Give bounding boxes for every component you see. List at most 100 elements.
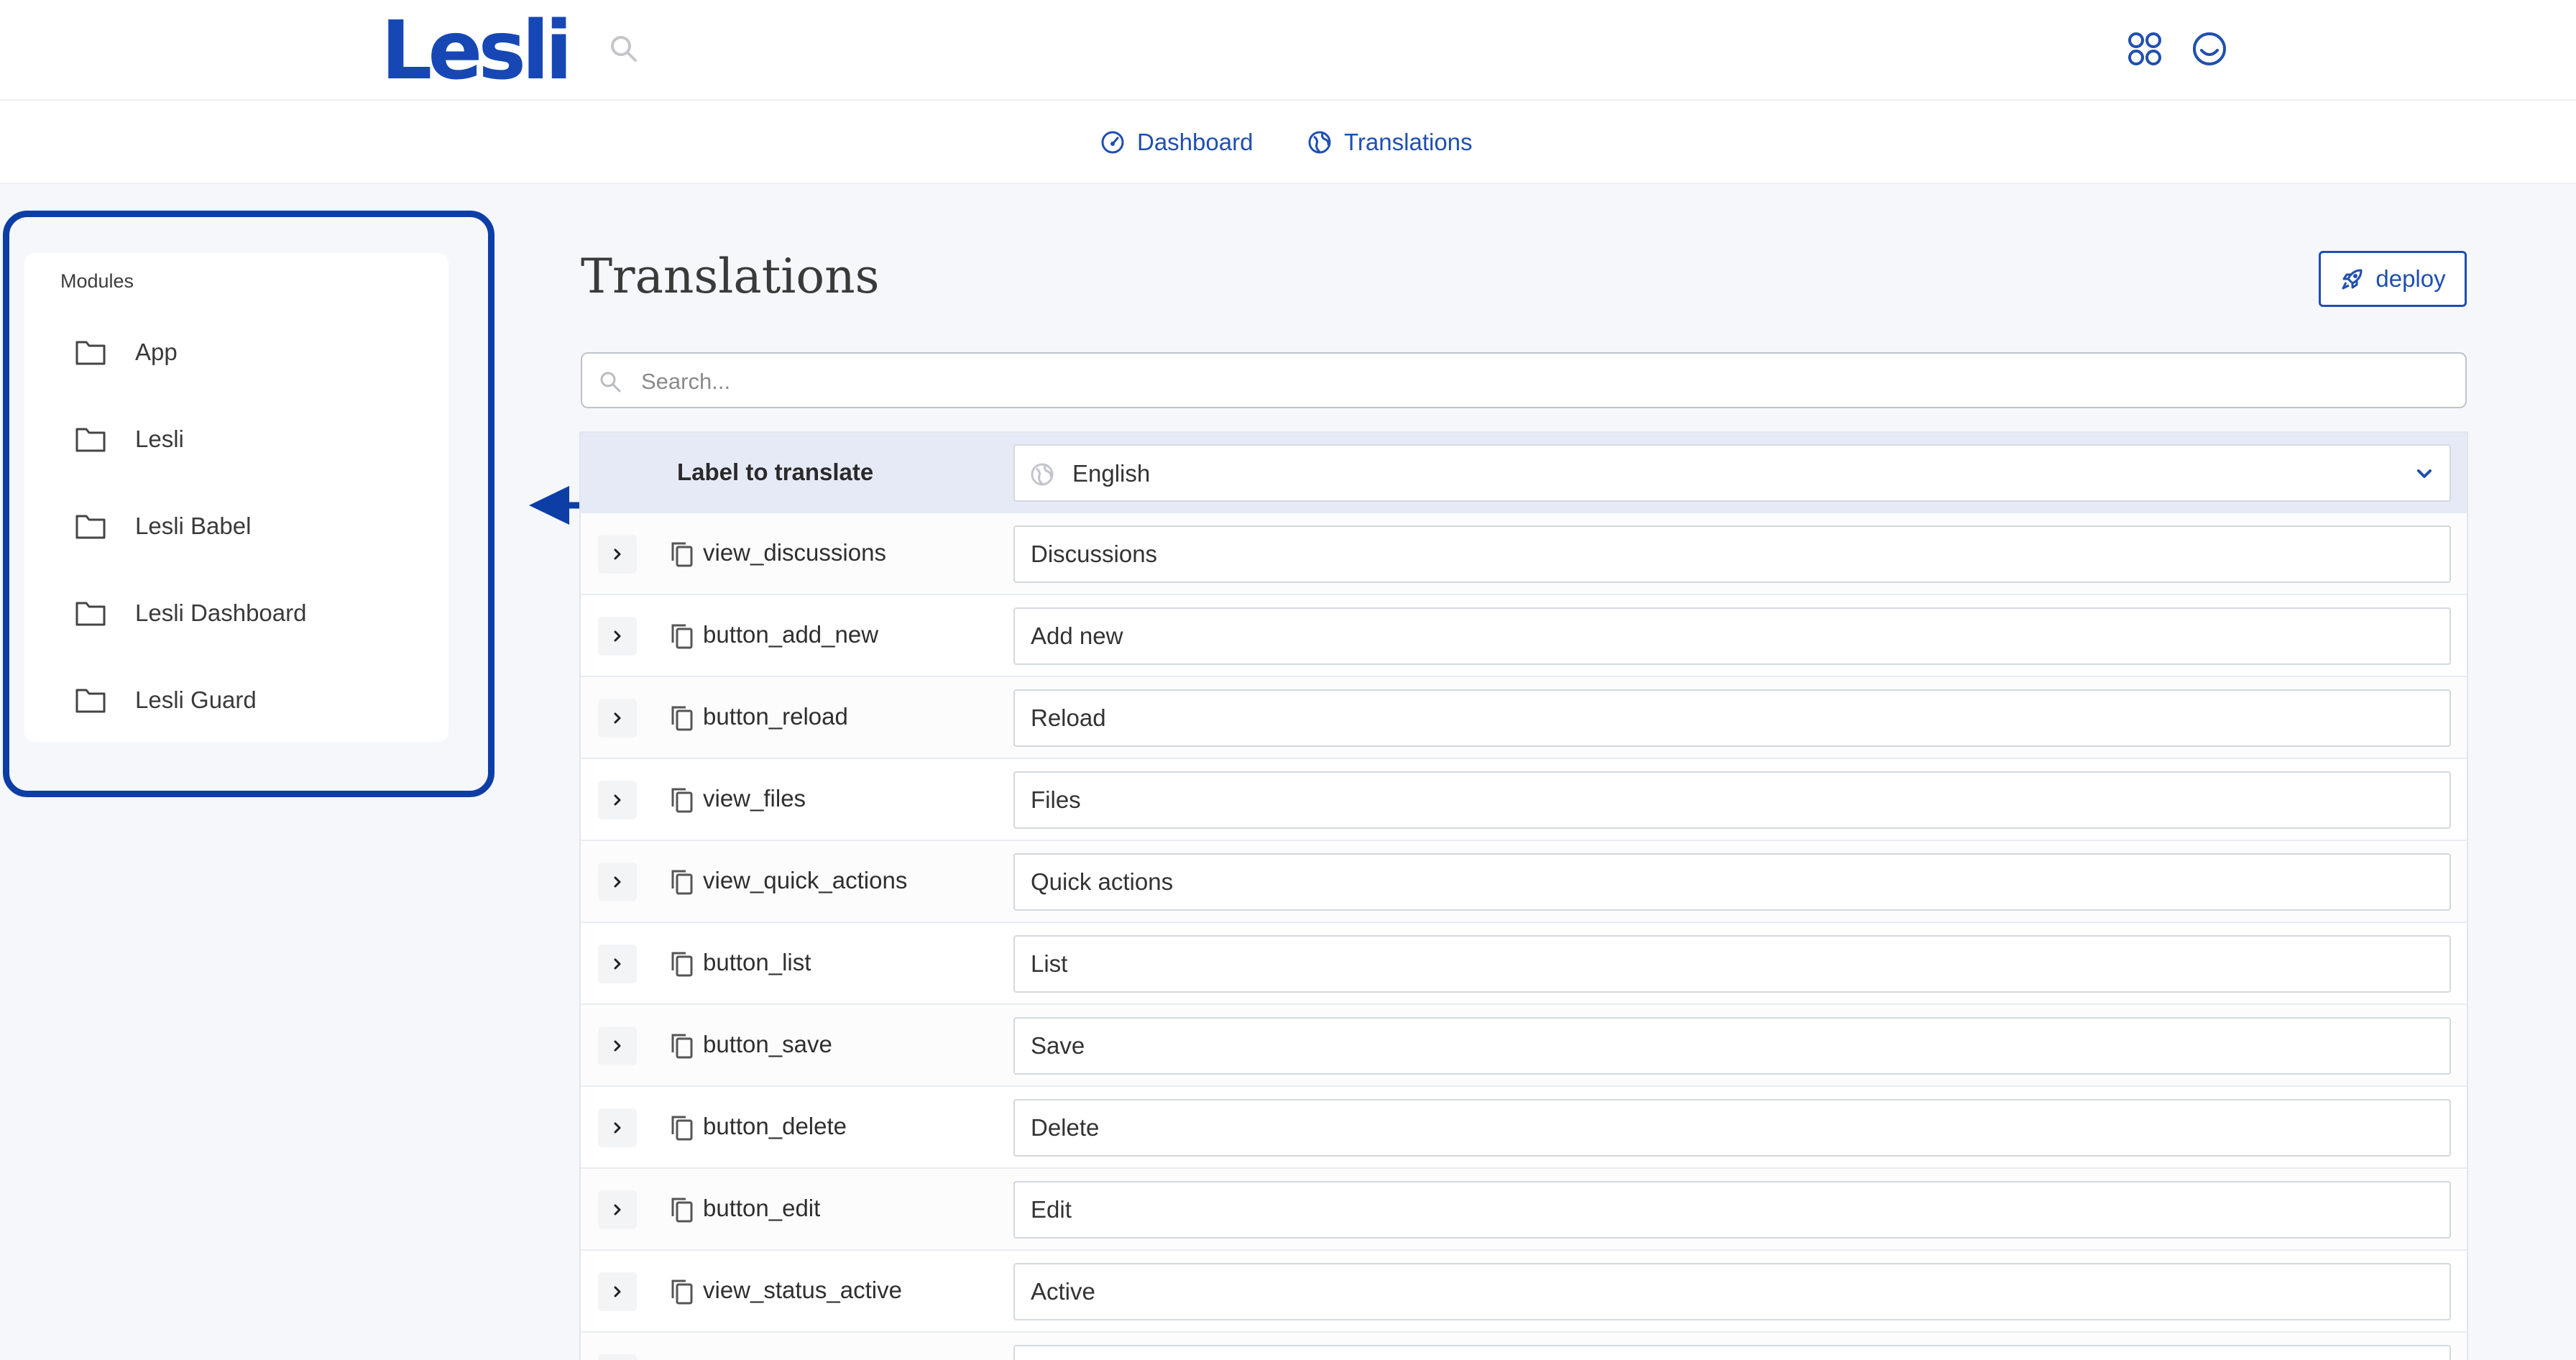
gauge-icon [1101,131,1124,154]
chevron-down-icon [2417,469,2432,478]
expand-row-button[interactable] [598,781,637,819]
chevron-right-icon [614,1286,621,1297]
chevron-right-icon [614,712,621,724]
folder-icon [75,341,106,365]
nav-dashboard[interactable]: Dashboard [1100,125,1253,160]
search-icon[interactable] [607,32,641,66]
translation-key: view_discussions [703,539,886,566]
expand-row-button[interactable] [598,863,637,901]
translation-key: button_list [703,949,811,975]
expand-row-button[interactable] [598,1354,637,1360]
sidebar-item-label: Lesli [135,426,184,452]
app-logo[interactable]: Lesli [381,4,573,98]
sidebar-item-lesli-dashboard[interactable]: Lesli Dashboard [75,592,306,635]
chevron-right-icon [614,1040,621,1052]
translation-key: button_reload [703,703,848,730]
chevron-right-icon [614,958,621,970]
sidebar-item-label: Lesli Dashboard [135,599,307,626]
table-row [581,1333,2467,1360]
translation-key: view_status_active [703,1277,902,1303]
expand-row-button[interactable] [598,699,637,738]
expand-row-button[interactable] [598,1108,637,1147]
modules-sidebar: Modules App Lesli Lesli Babel Lesli Dash… [24,253,448,742]
sub-navigation: Dashboard Translations [0,101,2576,184]
translation-key: button_edit [703,1195,821,1221]
expand-row-button[interactable] [598,1026,637,1065]
table-row: button_edit [581,1169,2467,1251]
translation-key: view_quick_actions [703,867,908,893]
table-row: button_add_new [581,595,2467,677]
translation-value-input[interactable] [1013,1099,2451,1157]
search-field[interactable] [581,352,2467,408]
table-row: button_reload [581,677,2467,759]
translation-value-input[interactable] [1013,1345,2451,1360]
folder-icon [75,602,106,626]
chevron-right-icon [614,876,621,888]
expand-row-button[interactable] [598,535,637,574]
translation-value-input[interactable] [1013,935,2451,993]
chevron-right-icon [614,1204,621,1216]
copy-icon[interactable] [670,868,694,896]
copy-icon[interactable] [670,622,694,650]
translation-value-input[interactable] [1013,853,2451,911]
copy-icon[interactable] [670,704,694,732]
chevron-right-icon [614,548,621,560]
sidebar-item-label: App [135,339,178,365]
apps-grid-icon[interactable] [2125,29,2165,69]
translation-value-input[interactable] [1013,607,2451,665]
expand-row-button[interactable] [598,945,637,983]
table-row: button_delete [581,1087,2467,1169]
translation-value-input[interactable] [1013,1263,2451,1320]
sidebar-item-label: Lesli Babel [135,513,252,539]
top-header: Lesli [0,0,2576,101]
search-input[interactable] [640,362,2439,401]
copy-icon[interactable] [670,1196,694,1223]
expand-row-button[interactable] [598,1272,637,1311]
folder-icon [75,428,106,452]
expand-row-button[interactable] [598,1190,637,1229]
translation-value-input[interactable] [1013,525,2451,583]
expand-row-button[interactable] [598,617,637,656]
translation-key: button_add_new [703,621,879,648]
sidebar-item-lesli-babel[interactable]: Lesli Babel [75,505,251,548]
nav-translations[interactable]: Translations [1307,125,1473,160]
translation-value-input[interactable] [1013,689,2451,747]
smiley-face-icon[interactable] [2188,27,2231,70]
folder-icon [75,689,106,713]
folder-icon [75,515,106,539]
copy-icon[interactable] [670,541,694,568]
copy-icon[interactable] [670,1032,694,1060]
table-row: view_status_active [581,1251,2467,1333]
deploy-button-label: deploy [2375,265,2446,292]
nav-translations-label: Translations [1344,129,1473,155]
search-icon [600,372,621,392]
table-row: view_quick_actions [581,841,2467,923]
copy-icon[interactable] [670,1114,694,1141]
table-row: view_files [581,759,2467,841]
selected-language: English [1072,460,1151,487]
sidebar-item-label: Lesli Guard [135,686,257,713]
translation-key: button_save [703,1031,832,1057]
table-row: button_list [581,923,2467,1005]
sidebar-item-lesli-guard[interactable]: Lesli Guard [75,679,257,722]
translation-value-input[interactable] [1013,1181,2451,1239]
deploy-button[interactable]: deploy [2319,251,2467,307]
translations-table: Label to translate English view_discussi… [579,431,2468,1360]
table-row: button_save [581,1005,2467,1087]
page-title: Translations [581,249,880,304]
translation-value-input[interactable] [1013,1017,2451,1075]
copy-icon[interactable] [670,786,694,814]
copy-icon[interactable] [670,1278,694,1305]
sidebar-item-app[interactable]: App [75,331,178,374]
chevron-right-icon [614,1122,621,1134]
rocket-icon [2342,269,2363,290]
language-select[interactable]: English [1013,444,2451,502]
sidebar-heading: Modules [60,270,134,292]
translation-key: view_files [703,785,806,812]
globe-icon [1308,131,1331,154]
translation-value-input[interactable] [1013,771,2451,829]
label-column-header: Label to translate [677,459,874,485]
copy-icon[interactable] [670,950,694,978]
table-row: view_discussions [581,513,2467,595]
sidebar-item-lesli[interactable]: Lesli [75,418,184,461]
